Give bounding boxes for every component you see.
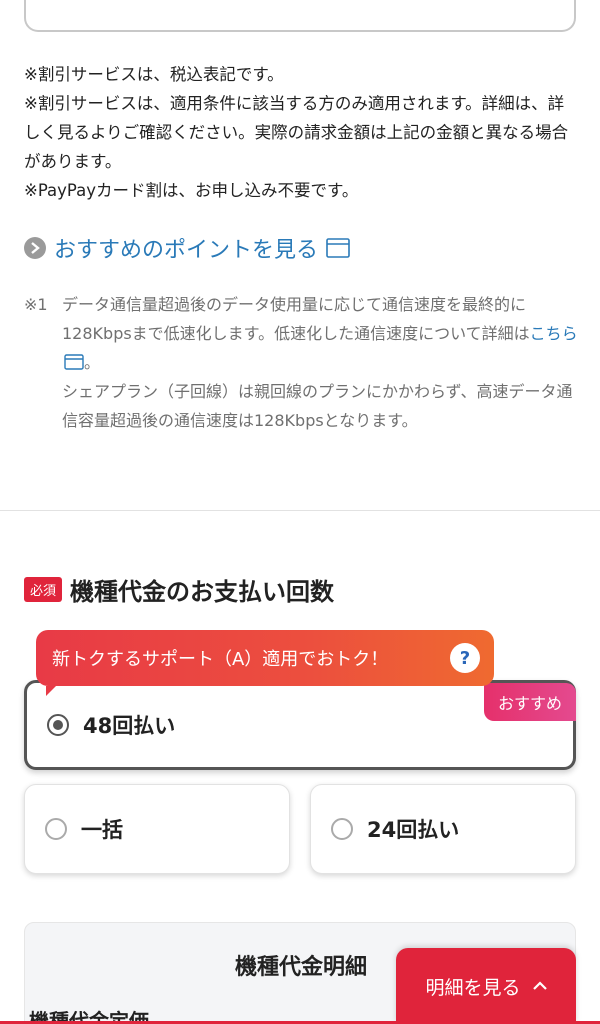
recommend-badge: おすすめ <box>483 683 576 721</box>
option-label: 一括 <box>81 818 123 842</box>
footnote-mark: ※1 <box>24 295 48 314</box>
option-48-installments[interactable]: 48回払い おすすめ <box>24 680 576 770</box>
note-tax: ※割引サービスは、税込表記です。 <box>24 65 284 84</box>
footnote-text: データ通信量超過後のデータ使用量に応じて通信速度を最終的に128Kbpsまで低速… <box>62 295 530 343</box>
option-lump-sum[interactable]: 一括 <box>24 784 290 874</box>
previous-card <box>24 0 576 32</box>
recommend-points-label: おすすめのポイントを見る <box>54 238 319 263</box>
footnote-share-plan: シェアプラン（子回線）は親回線のプランにかかわらず、高速データ通信容量超過後の通… <box>62 382 573 430</box>
option-label: 48回払い <box>83 714 176 738</box>
external-window-icon <box>326 238 350 258</box>
recommend-points-link[interactable]: おすすめのポイントを見る <box>24 232 350 264</box>
radio-unchecked-icon[interactable] <box>331 818 353 840</box>
footnote-text-end: 。 <box>84 353 101 372</box>
payment-count-header: 必須 機種代金のお支払い回数 <box>24 572 334 607</box>
view-details-button[interactable]: 明細を見る <box>396 948 576 1024</box>
view-details-label: 明細を見る <box>425 976 521 999</box>
radio-checked-icon[interactable] <box>47 714 69 736</box>
note-conditions: ※割引サービスは、適用条件に該当する方のみ適用されます。詳細は、詳しく見るよりご… <box>24 94 569 171</box>
chevron-right-icon <box>24 237 46 259</box>
promo-text: 新トクするサポート（A）適用でおトク！ <box>52 649 389 670</box>
chevron-up-icon <box>532 981 547 991</box>
section-divider <box>0 510 600 511</box>
discount-notes: ※割引サービスは、税込表記です。 ※割引サービスは、適用条件に該当する方のみ適用… <box>24 60 580 205</box>
section-title: 機種代金のお支払い回数 <box>70 578 335 606</box>
external-window-icon <box>64 354 84 370</box>
details-link[interactable]: こちら <box>530 324 578 343</box>
option-24-installments[interactable]: 24回払い <box>310 784 576 874</box>
promo-banner: 新トクするサポート（A）適用でおトク！ ? <box>36 630 494 696</box>
footnote: ※1 データ通信量超過後のデータ使用量に応じて通信速度を最終的に128Kbpsま… <box>24 290 580 435</box>
help-icon[interactable]: ? <box>450 643 480 673</box>
note-paypay: ※PayPayカード割は、お申し込み不要です。 <box>24 181 359 200</box>
radio-unchecked-icon[interactable] <box>45 818 67 840</box>
option-label: 24回払い <box>367 818 460 842</box>
required-badge: 必須 <box>24 577 63 602</box>
